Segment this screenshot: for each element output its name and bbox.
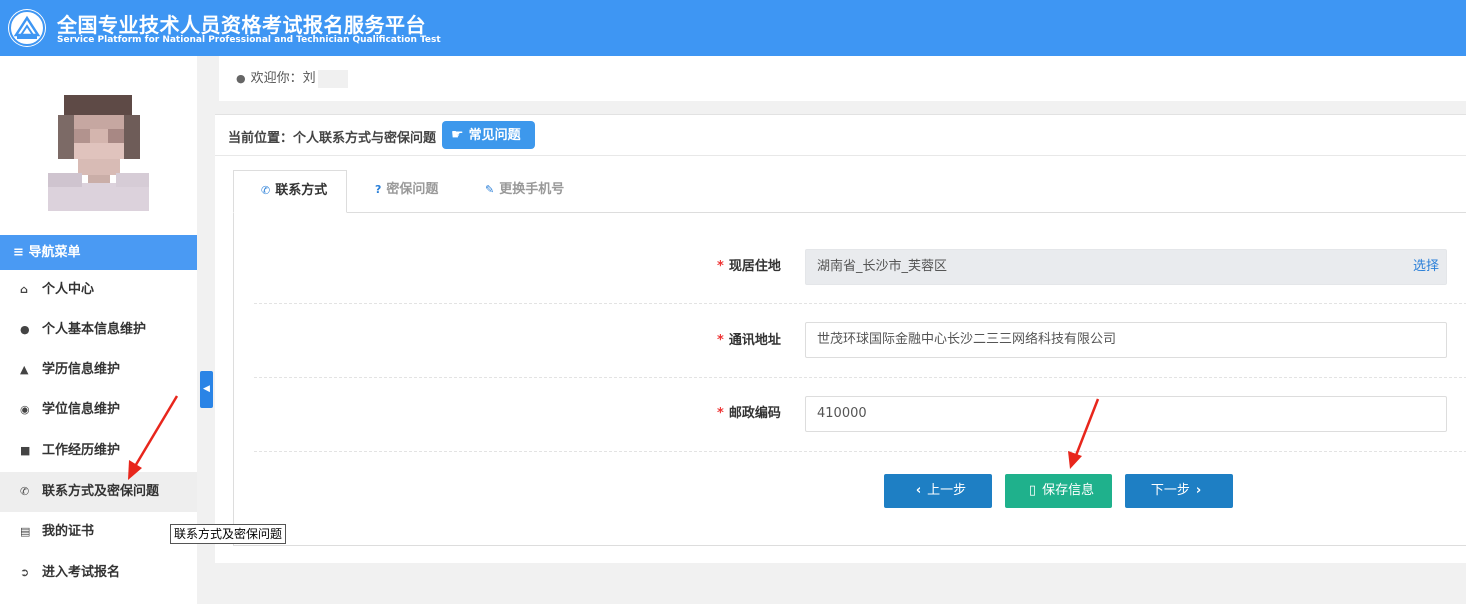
welcome-text: 欢迎你：刘 (250, 71, 316, 86)
postcode-input[interactable]: 410000 (805, 396, 1447, 432)
breadcrumb: 当前位置：个人联系方式与密保问题 ☛ 常见问题 (215, 115, 1466, 156)
residence-label: * 现居住地 (717, 259, 781, 274)
welcome-bar: ● 欢迎你：刘 (219, 56, 1466, 101)
phone-icon: ✆ (20, 485, 30, 498)
required-marker: * (717, 333, 724, 348)
site-subtitle: Service Platform for National Profession… (57, 35, 441, 45)
sidebar-item-basic-info[interactable]: ● 个人基本信息维护 (0, 310, 197, 350)
required-marker: * (717, 406, 724, 421)
briefcase-icon: ■ (20, 444, 31, 457)
row-divider (254, 451, 1466, 452)
breadcrumb-text: 当前位置：个人联系方式与密保问题 (228, 131, 437, 146)
sidebar-item-work-history[interactable]: ■ 工作经历维护 (0, 431, 197, 471)
graduation-cap-icon: ▲ (20, 363, 29, 376)
user-icon: ● (20, 323, 30, 336)
contact-form: * 现居住地 湖南省_长沙市_芙蓉区 选择 * 通讯地址 世茂环球国际金融中心长沙二… (233, 213, 1466, 546)
file-icon: ▯ (1028, 483, 1037, 498)
sidebar-item-personal-center[interactable]: ⌂ 个人中心 (0, 270, 197, 310)
sidebar-item-contact-security[interactable]: ✆ 联系方式及密保问题 (0, 472, 197, 512)
content-panel: 当前位置：个人联系方式与密保问题 ☛ 常见问题 ✆ 联系方式 ? 密保问题 ✎ 更换手机… (215, 114, 1466, 563)
tab-bar: ✆ 联系方式 ? 密保问题 ✎ 更换手机号 (233, 170, 1466, 213)
redacted-name (317, 69, 348, 88)
sidebar-item-degree[interactable]: ◉ 学位信息维护 (0, 390, 197, 430)
address-label: * 通讯地址 (717, 333, 781, 348)
menu-tooltip: 联系方式及密保问题 (170, 524, 287, 544)
residence-field[interactable]: 湖南省_长沙市_芙蓉区 选择 (805, 249, 1447, 285)
menu-icon: ≡ (13, 245, 24, 260)
sidebar-item-exam-registration[interactable]: ➲ 进入考试报名 (0, 553, 197, 593)
caret-left-icon: ◀ (203, 384, 210, 394)
user-icon: ● (236, 72, 246, 85)
medal-icon: ◉ (20, 403, 30, 416)
next-step-button[interactable]: 下一步 › (1125, 474, 1233, 508)
row-divider (254, 377, 1466, 378)
hand-pointer-icon: ☛ (451, 127, 464, 143)
book-icon: ▤ (20, 525, 31, 538)
postcode-label: * 邮政编码 (717, 406, 781, 421)
select-region-link[interactable]: 选择 (1413, 250, 1439, 284)
sidebar-item-education[interactable]: ▲ 学历信息维护 (0, 350, 197, 390)
avatar (48, 89, 149, 211)
top-header: 全国专业技术人员资格考试报名服务平台 Service Platform for … (0, 0, 1466, 56)
pta-logo-icon (8, 9, 46, 47)
site-title: 全国专业技术人员资格考试报名服务平台 (57, 13, 426, 37)
question-icon: ? (375, 183, 382, 196)
home-icon: ⌂ (20, 283, 28, 296)
address-input[interactable]: 世茂环球国际金融中心长沙二三三网络科技有限公司 (805, 322, 1447, 358)
chevron-right-icon: › (1195, 483, 1202, 498)
tab-contact[interactable]: ✆ 联系方式 (233, 170, 347, 213)
sidebar: ≡ 导航菜单 ⌂ 个人中心 ● 个人基本信息维护 ▲ 学历信息维护 ◉ 学位信息维护 ■… (0, 56, 197, 604)
row-divider (254, 303, 1466, 304)
phone-icon: ✆ (261, 184, 271, 197)
faq-button[interactable]: ☛ 常见问题 (442, 121, 535, 149)
sidebar-item-certificates[interactable]: ▤ 我的证书 (0, 512, 197, 552)
tab-security-question[interactable]: ? 密保问题 (375, 170, 438, 213)
chevron-left-icon: ‹ (915, 483, 922, 498)
nav-menu-header: ≡ 导航菜单 (0, 235, 197, 270)
prev-step-button[interactable]: ‹ 上一步 (884, 474, 992, 508)
sidebar-collapse-toggle[interactable]: ◀ (200, 371, 213, 408)
required-marker: * (717, 259, 724, 274)
save-info-button[interactable]: ▯ 保存信息 (1005, 474, 1112, 508)
tab-change-phone[interactable]: ✎ 更换手机号 (485, 170, 564, 213)
pencil-icon: ✎ (485, 183, 495, 196)
arrow-circle-icon: ➲ (20, 566, 30, 579)
